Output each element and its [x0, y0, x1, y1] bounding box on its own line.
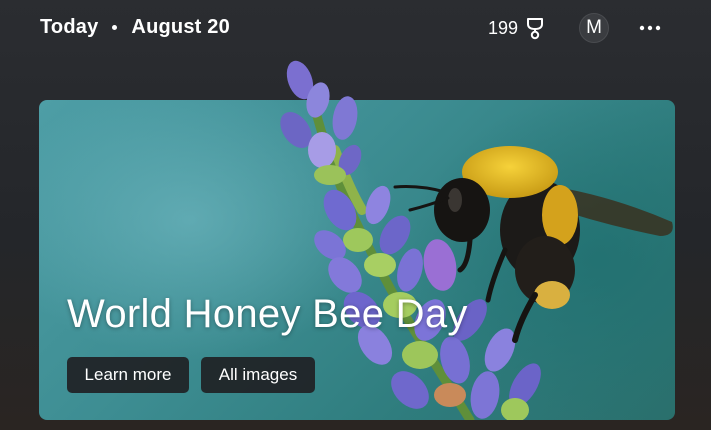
learn-more-button[interactable]: Learn more [67, 357, 189, 393]
all-images-button[interactable]: All images [201, 357, 315, 393]
hero-title: World Honey Bee Day [67, 292, 468, 336]
